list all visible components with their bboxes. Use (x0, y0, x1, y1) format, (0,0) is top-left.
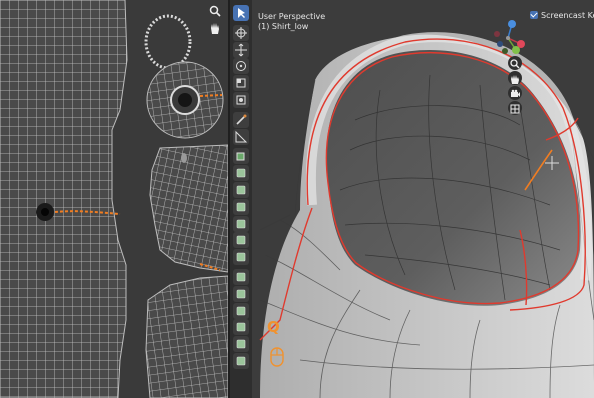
camera-view-button[interactable] (508, 86, 522, 100)
spin-icon (236, 272, 246, 282)
tool-extrude-button[interactable] (233, 165, 249, 182)
magnifier-icon (209, 5, 221, 17)
poly-build-icon (236, 252, 246, 262)
tool-shelf (230, 0, 252, 398)
tool-smooth-button[interactable] (233, 285, 249, 302)
grid-icon (510, 104, 520, 114)
tool-shrink-fatten-button[interactable] (233, 319, 249, 336)
screencast-keys-toggle[interactable]: Screencast Keys (530, 11, 594, 20)
tool-poly-build-button[interactable] (233, 249, 249, 266)
tool-shear-button[interactable] (233, 336, 249, 353)
tool-bevel-button[interactable] (233, 198, 249, 215)
hand-icon (511, 75, 519, 84)
tool-move-button[interactable] (233, 41, 249, 58)
transform-icon (236, 95, 246, 105)
zoom-button[interactable] (508, 56, 522, 70)
tool-rotate-button[interactable] (233, 58, 249, 75)
tool-cursor-button[interactable] (233, 24, 249, 41)
3d-viewport[interactable]: User Perspective (1) Shirt_low Screencas… (230, 0, 594, 398)
tool-rip-button[interactable] (233, 353, 249, 369)
rotate-icon (236, 61, 246, 72)
pan-button[interactable] (508, 71, 522, 85)
last-key-pressed: Q (267, 318, 280, 336)
uv-island-right-middle (149, 144, 228, 273)
uv-island-bottom-right (145, 275, 228, 398)
shear-icon (236, 339, 246, 349)
tool-spin-button[interactable] (233, 269, 249, 285)
extrude-icon (236, 168, 246, 178)
rip-icon (236, 356, 246, 366)
tool-edge-slide-button[interactable] (233, 302, 249, 319)
move-icon (235, 43, 247, 56)
camera-icon (511, 89, 520, 97)
shrink-fatten-icon (236, 323, 246, 332)
measure-icon (235, 130, 248, 143)
tool-measure-button[interactable] (233, 128, 249, 145)
hand-icon (211, 23, 219, 34)
loop-cut-icon (236, 219, 246, 228)
tool-inset-button[interactable] (233, 182, 249, 198)
edge-slide-icon (236, 306, 246, 315)
mouse-icon (270, 347, 284, 367)
knife-icon (236, 236, 246, 245)
tool-select-button[interactable] (233, 5, 249, 21)
annotate-icon (236, 114, 247, 125)
tool-scale-button[interactable] (233, 75, 249, 92)
object-name: (1) Shirt_low (258, 22, 309, 31)
uv-island-left (0, 0, 128, 398)
tool-knife-button[interactable] (233, 232, 249, 249)
smooth-icon (236, 289, 246, 299)
scale-icon (236, 78, 246, 88)
tool-annotate-button[interactable] (233, 111, 249, 128)
view-name: User Perspective (258, 12, 326, 21)
uv-zoom-button[interactable] (207, 3, 223, 19)
tool-add-cube-button[interactable] (233, 148, 249, 165)
uv-editor[interactable] (0, 0, 228, 398)
cursor-icon (235, 26, 247, 39)
add-cube-icon (236, 152, 245, 161)
magnifier-icon (510, 59, 520, 69)
perspective-toggle-button[interactable] (508, 101, 522, 115)
tool-transform-button[interactable] (233, 92, 249, 108)
inset-icon (236, 185, 246, 195)
uv-island-canvas[interactable] (0, 0, 228, 398)
navigation-gizmo[interactable] (488, 18, 528, 58)
tool-loop-cut-button[interactable] (233, 215, 249, 232)
screencast-keys-label: Screencast Keys (541, 11, 594, 20)
bevel-icon (236, 202, 246, 212)
select-icon (238, 8, 245, 18)
checkbox-icon[interactable] (530, 11, 538, 19)
mesh-canvas[interactable] (230, 0, 594, 398)
uv-pan-button[interactable] (207, 20, 223, 36)
uv-island-small-ring (144, 14, 192, 70)
